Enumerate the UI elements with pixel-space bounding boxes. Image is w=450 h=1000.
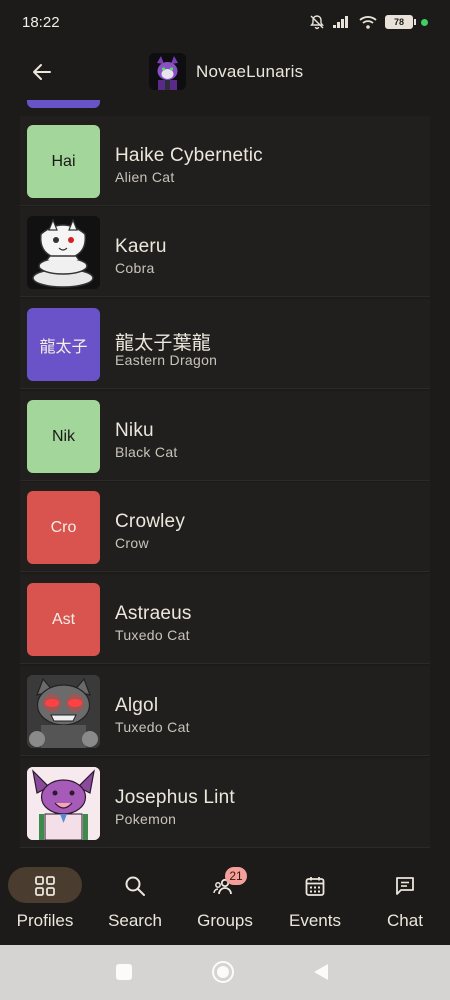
system-back-button[interactable] <box>312 963 330 981</box>
avatar-initials: Ast <box>51 610 76 628</box>
header-title-group: NovaeLunaris <box>149 53 303 90</box>
nav-label: Chat <box>387 911 423 930</box>
avatar: Ast <box>27 583 100 656</box>
profile-species: Crow <box>115 535 149 551</box>
wifi-icon <box>359 16 377 29</box>
grid-icon <box>35 876 55 896</box>
silent-bell-icon <box>310 15 324 30</box>
list-item[interactable]: Nik Niku Black Cat <box>20 391 430 481</box>
avatar: 龍太子 <box>27 308 100 381</box>
list-item[interactable]: 龍太子 龍太子葉龍 Eastern Dragon <box>20 299 430 389</box>
profile-species: Black Cat <box>115 444 178 460</box>
profile-name: Algol <box>115 695 159 716</box>
nav-events[interactable]: Events <box>270 865 360 943</box>
nav-search[interactable]: Search <box>90 865 180 943</box>
avatar-initials: 龍太子 <box>39 338 88 356</box>
profile-name: Crowley <box>115 511 186 532</box>
avatar <box>27 767 100 840</box>
profile-name: Kaeru <box>115 236 167 257</box>
battery-icon: 78 <box>385 15 416 29</box>
recents-button[interactable] <box>116 964 132 980</box>
header-avatar <box>149 53 186 90</box>
profile-species: Pokemon <box>115 811 177 827</box>
profile-species: Alien Cat <box>115 169 175 185</box>
avatar <box>27 216 100 289</box>
josephus-avatar-image <box>27 767 100 840</box>
calendar-icon <box>305 877 325 896</box>
nav-label: Groups <box>197 911 253 930</box>
profile-list[interactable]: Hai Haike Cybernetic Alien Cat Kaeru Cob… <box>20 100 430 852</box>
list-item[interactable]: Josephus Lint Pokemon <box>20 758 430 848</box>
status-bar: 18:22 78 <box>0 0 450 44</box>
app-bar: NovaeLunaris <box>0 44 450 100</box>
search-icon <box>125 876 145 896</box>
chat-icon <box>396 877 414 895</box>
nav-profiles[interactable]: Profiles <box>0 865 90 943</box>
profile-name: Haike Cybernetic <box>115 145 263 166</box>
nav-label: Search <box>108 911 162 930</box>
status-icons: 78 <box>309 14 428 30</box>
profile-species: Tuxedo Cat <box>115 719 190 735</box>
profile-species: Cobra <box>115 260 155 276</box>
list-item[interactable]: Cro Crowley Crow <box>20 482 430 572</box>
back-arrow-icon[interactable] <box>30 60 54 84</box>
nav-label: Profiles <box>16 911 74 930</box>
algol-avatar-image <box>27 675 100 748</box>
list-item[interactable]: Ast Astraeus Tuxedo Cat <box>20 574 430 664</box>
avatar-initials: Cro <box>50 518 77 536</box>
profile-species: Eastern Dragon <box>115 352 218 368</box>
list-item[interactable]: Algol Tuxedo Cat <box>20 666 430 756</box>
avatar: Nik <box>27 400 100 473</box>
bottom-navigation: Profiles Search 21 Groups Events Chat <box>0 853 450 945</box>
list-item[interactable]: Hai Haike Cybernetic Alien Cat <box>20 116 430 206</box>
groups-notification-badge: 21 <box>225 867 247 885</box>
privacy-indicator-dot <box>421 18 428 26</box>
avatar-initials: Nik <box>51 427 76 445</box>
avatar: Cro <box>27 491 100 564</box>
profile-name: 龍太子葉龍 <box>115 333 212 354</box>
previous-avatar-peek <box>27 100 100 108</box>
page-title: NovaeLunaris <box>196 61 304 81</box>
profile-species: Tuxedo Cat <box>115 627 190 643</box>
avatar: Hai <box>27 125 100 198</box>
nav-label: Events <box>289 911 341 930</box>
profile-name: Astraeus <box>115 603 192 624</box>
profile-name: Niku <box>115 420 154 441</box>
signal-icon <box>333 16 348 28</box>
avatar <box>27 675 100 748</box>
avatar-initials: Hai <box>51 152 76 170</box>
system-navigation-bar <box>0 945 450 1000</box>
profile-name: Josephus Lint <box>115 787 235 808</box>
list-item[interactable]: Kaeru Cobra <box>20 207 430 297</box>
home-button[interactable] <box>212 961 234 983</box>
status-time: 18:22 <box>22 13 60 31</box>
nav-groups[interactable]: 21 Groups <box>180 865 270 943</box>
nav-chat[interactable]: Chat <box>360 865 450 943</box>
cobra-avatar-image <box>27 216 100 289</box>
